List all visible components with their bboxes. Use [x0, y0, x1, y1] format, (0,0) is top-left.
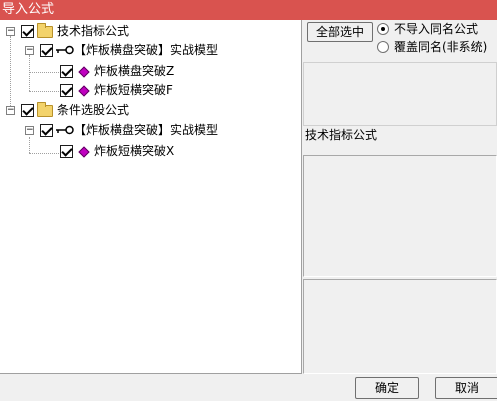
dialog-button-bar: 确定 取消: [0, 375, 497, 401]
model1-checkbox[interactable]: [40, 44, 53, 57]
key-icon: [56, 125, 74, 135]
collapse-icon[interactable]: −: [6, 27, 15, 36]
diamond-icon: [78, 66, 90, 78]
import-formula-dialog: 导入公式 − 技术指标公式 − 【炸板横盘突破】实战模型 炸板横盘突破Z 炸板短…: [0, 0, 497, 401]
tree-node-model1[interactable]: − 【炸板横盘突破】实战模型: [0, 41, 260, 59]
diamond-icon: [78, 85, 90, 97]
tree-node-group1[interactable]: − 技术指标公式: [0, 22, 200, 40]
no-import-duplicate-label: 不导入同名公式: [394, 22, 479, 36]
tree-node-formula[interactable]: 炸板横盘突破Z: [0, 62, 220, 80]
folder-icon: [37, 23, 53, 38]
options-panel: 全部选中 不导入同名公式 覆盖同名(非系统) 技术指标公式: [303, 20, 497, 374]
key-icon: [56, 45, 74, 55]
tree-node-formula[interactable]: 炸板短横突破X: [0, 142, 220, 160]
formula-checkbox[interactable]: [60, 145, 73, 158]
group1-label: 技术指标公式: [57, 24, 130, 38]
formula-checkbox[interactable]: [60, 65, 73, 78]
collapse-icon[interactable]: −: [25, 46, 34, 55]
model2-checkbox[interactable]: [40, 124, 53, 137]
tree-node-group2[interactable]: − 条件选股公式: [0, 101, 200, 119]
cancel-button[interactable]: 取消: [435, 377, 497, 399]
tree-node-formula[interactable]: 炸板短横突破F: [0, 81, 220, 99]
options-area: [303, 62, 497, 126]
collapse-icon[interactable]: −: [25, 126, 34, 135]
formula-checkbox[interactable]: [60, 84, 73, 97]
ok-button[interactable]: 确定: [355, 377, 419, 399]
formula-type-label: 技术指标公式: [305, 128, 378, 142]
folder-icon: [37, 102, 53, 117]
select-all-button[interactable]: 全部选中: [307, 22, 373, 42]
group1-checkbox[interactable]: [21, 25, 34, 38]
formula-source-box[interactable]: [303, 279, 497, 374]
model2-label: 【炸板横盘突破】实战模型: [74, 123, 219, 137]
group2-checkbox[interactable]: [21, 104, 34, 117]
formula-label: 炸板横盘突破Z: [94, 64, 175, 78]
formula-tree[interactable]: − 技术指标公式 − 【炸板横盘突破】实战模型 炸板横盘突破Z 炸板短横突破F: [0, 20, 302, 374]
diamond-icon: [78, 146, 90, 158]
no-import-duplicate-radio[interactable]: [377, 23, 389, 35]
formula-label: 炸板短横突破X: [94, 144, 175, 158]
window-title: 导入公式: [0, 0, 497, 20]
group2-label: 条件选股公式: [57, 103, 130, 117]
model1-label: 【炸板横盘突破】实战模型: [74, 43, 219, 57]
overwrite-duplicate-radio[interactable]: [377, 41, 389, 53]
collapse-icon[interactable]: −: [6, 106, 15, 115]
formula-description-box[interactable]: [303, 155, 497, 277]
formula-label: 炸板短横突破F: [94, 83, 173, 97]
overwrite-duplicate-label: 覆盖同名(非系统): [394, 40, 488, 54]
tree-node-model2[interactable]: − 【炸板横盘突破】实战模型: [0, 121, 260, 139]
